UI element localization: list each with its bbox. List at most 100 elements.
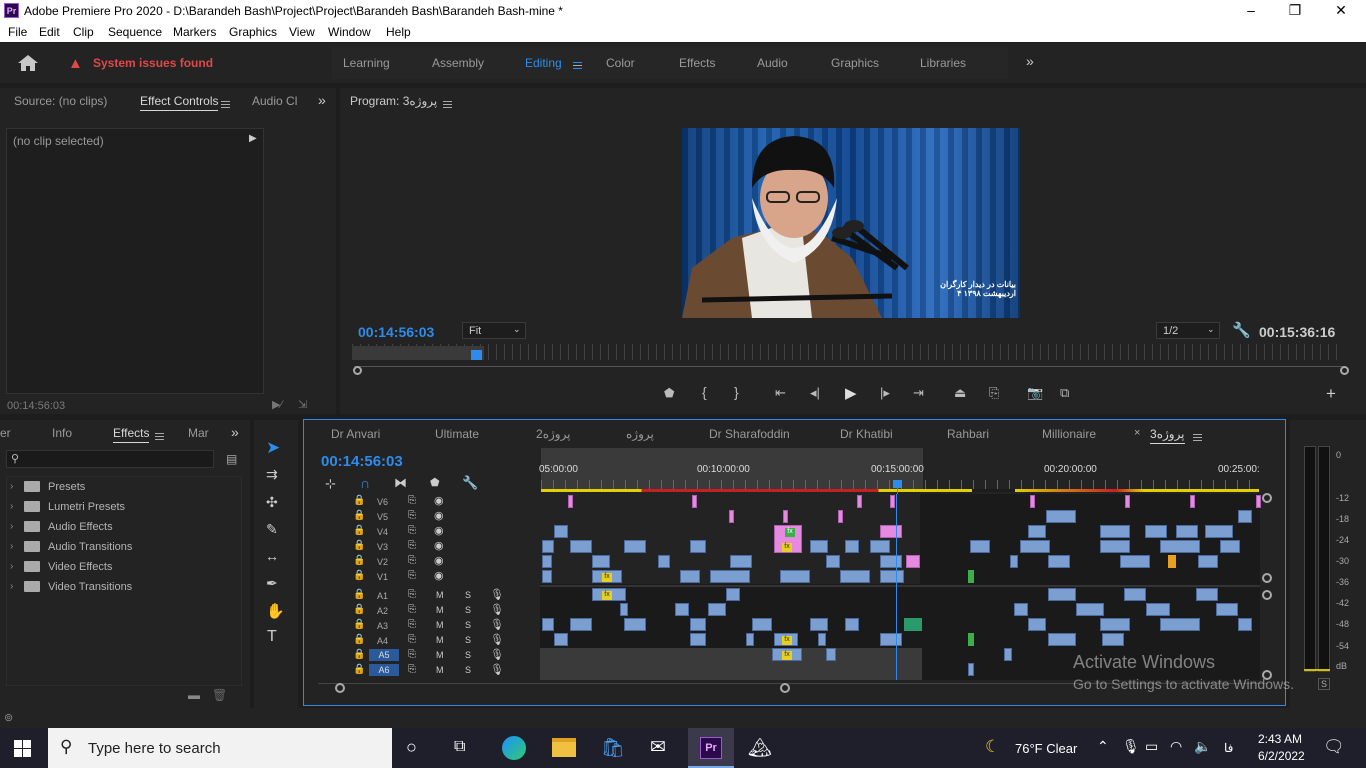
list-item[interactable]: › Audio Transitions [10,538,210,558]
list-item[interactable]: › Video Effects [10,558,210,578]
microphone-icon[interactable]: 🎙 [490,588,504,601]
lock-icon[interactable]: 🔒 [353,664,365,675]
sequence-tab[interactable]: پروژه2 [536,427,571,441]
clip[interactable] [810,540,828,553]
clip[interactable] [1046,510,1076,523]
export-icon[interactable]: ⇲ [298,398,307,411]
audio-clip[interactable] [1014,603,1028,616]
clip[interactable] [880,525,902,538]
clip[interactable] [838,510,843,523]
close-button[interactable]: ✕ [1318,2,1364,19]
hand-tool-icon[interactable]: ✋ [266,602,285,620]
step-forward-icon[interactable]: |▸ [880,385,890,401]
clip[interactable] [554,525,568,538]
mark-out-icon[interactable]: } [734,384,739,400]
audio-clip[interactable] [726,588,740,601]
menu-file[interactable]: File [8,25,27,39]
clip[interactable] [542,540,554,553]
audio-clip[interactable] [818,633,826,646]
chevron-up-icon[interactable]: ⌃ [1097,738,1109,755]
sync-lock-icon[interactable]: ⎘ [408,649,416,660]
audio-clip[interactable] [1216,603,1238,616]
clip[interactable] [1205,525,1233,538]
clip[interactable] [1125,495,1130,508]
sequence-tab-active[interactable]: پروژه3 [1150,427,1185,444]
clip[interactable] [870,540,890,553]
tab-effects-panel[interactable]: Effects [113,426,150,443]
wifi-icon[interactable]: ◠ [1170,738,1182,755]
solo-meter-button[interactable]: S [1318,678,1330,690]
edge-browser-icon[interactable] [502,736,526,760]
audio-clip[interactable] [570,618,592,631]
sync-lock-icon[interactable]: ⎘ [408,495,416,506]
tab-editing[interactable]: Editing [525,56,562,70]
pen-tool-icon[interactable]: ✒ [266,575,278,592]
audio-clip[interactable] [1048,633,1076,646]
file-explorer-icon[interactable] [552,738,576,757]
menu-graphics[interactable]: Graphics [229,25,277,39]
clip[interactable] [890,495,895,508]
sync-lock-icon[interactable]: ⎘ [408,540,416,551]
audio-clip[interactable] [1238,618,1252,631]
clip[interactable] [826,555,840,568]
audio-clip[interactable] [810,618,828,631]
zoom-bar[interactable] [354,366,1346,372]
scroll-handle[interactable] [1262,590,1272,600]
audio-clip[interactable] [968,663,974,676]
audio-clip[interactable] [1160,618,1200,631]
microphone-icon[interactable]: 🎙 [490,603,504,616]
mute-button[interactable]: M [436,590,444,600]
audio-clip[interactable] [1196,588,1218,601]
tab-color[interactable]: Color [606,56,635,70]
clip[interactable] [1176,525,1198,538]
go-to-in-icon[interactable]: ⇤ [775,385,786,401]
audio-clip[interactable] [620,603,628,616]
sequence-tab[interactable]: Dr Sharafoddin [709,427,790,441]
program-menu-icon[interactable] [443,97,452,111]
clip[interactable] [857,495,862,508]
audio-clip[interactable] [1146,603,1170,616]
clip[interactable] [1010,555,1018,568]
tab-effects[interactable]: Effects [679,56,715,70]
clip[interactable] [880,555,902,568]
camera-icon[interactable]: 📷 [1027,385,1043,401]
solo-button[interactable]: S [465,590,471,600]
audio-clip[interactable] [1048,588,1076,601]
lock-icon[interactable]: 🔒 [353,589,365,600]
sync-lock-icon[interactable]: ⎘ [408,510,416,521]
sync-lock-icon[interactable]: ⎘ [408,664,416,675]
lock-icon[interactable]: 🔒 [353,495,365,506]
home-icon[interactable] [18,55,38,71]
go-to-out-icon[interactable]: ⇥ [913,385,924,401]
tab-source[interactable]: Source: (no clips) [14,94,107,108]
effects-menu-icon[interactable] [155,429,164,443]
audio-clip[interactable] [1124,588,1146,601]
audio-clip[interactable] [1076,603,1104,616]
mute-button[interactable]: M [436,650,444,660]
sync-lock-icon[interactable]: ⎘ [408,525,416,536]
clip[interactable] [624,540,646,553]
photos-icon[interactable]: 🏔 [748,736,772,760]
clip[interactable] [592,555,610,568]
solo-button[interactable]: S [465,650,471,660]
scroll-handle[interactable] [1262,573,1272,583]
store-icon[interactable]: 🛍 [601,736,625,760]
clip[interactable] [1030,495,1035,508]
snap-insert-icon[interactable]: ⊹ [325,476,336,492]
cortana-icon[interactable]: ○ [406,737,417,758]
sequence-tab[interactable]: Ultimate [435,427,479,441]
microphone-icon[interactable]: 🎙 [490,663,504,676]
clip[interactable] [968,570,974,583]
windows-start-icon[interactable] [14,740,31,757]
clip[interactable] [780,570,810,583]
clip[interactable] [710,570,750,583]
tab-effect-controls[interactable]: Effect Controls [140,94,219,111]
resolution-dropdown[interactable]: 1/2 ⌄ [1156,322,1220,339]
clip[interactable] [690,540,706,553]
clip[interactable] [1168,555,1176,568]
menu-sequence[interactable]: Sequence [108,25,162,39]
menu-clip[interactable]: Clip [73,25,94,39]
audio-clip[interactable] [542,618,554,631]
sync-lock-icon[interactable]: ⎘ [408,570,416,581]
clip[interactable] [730,555,752,568]
